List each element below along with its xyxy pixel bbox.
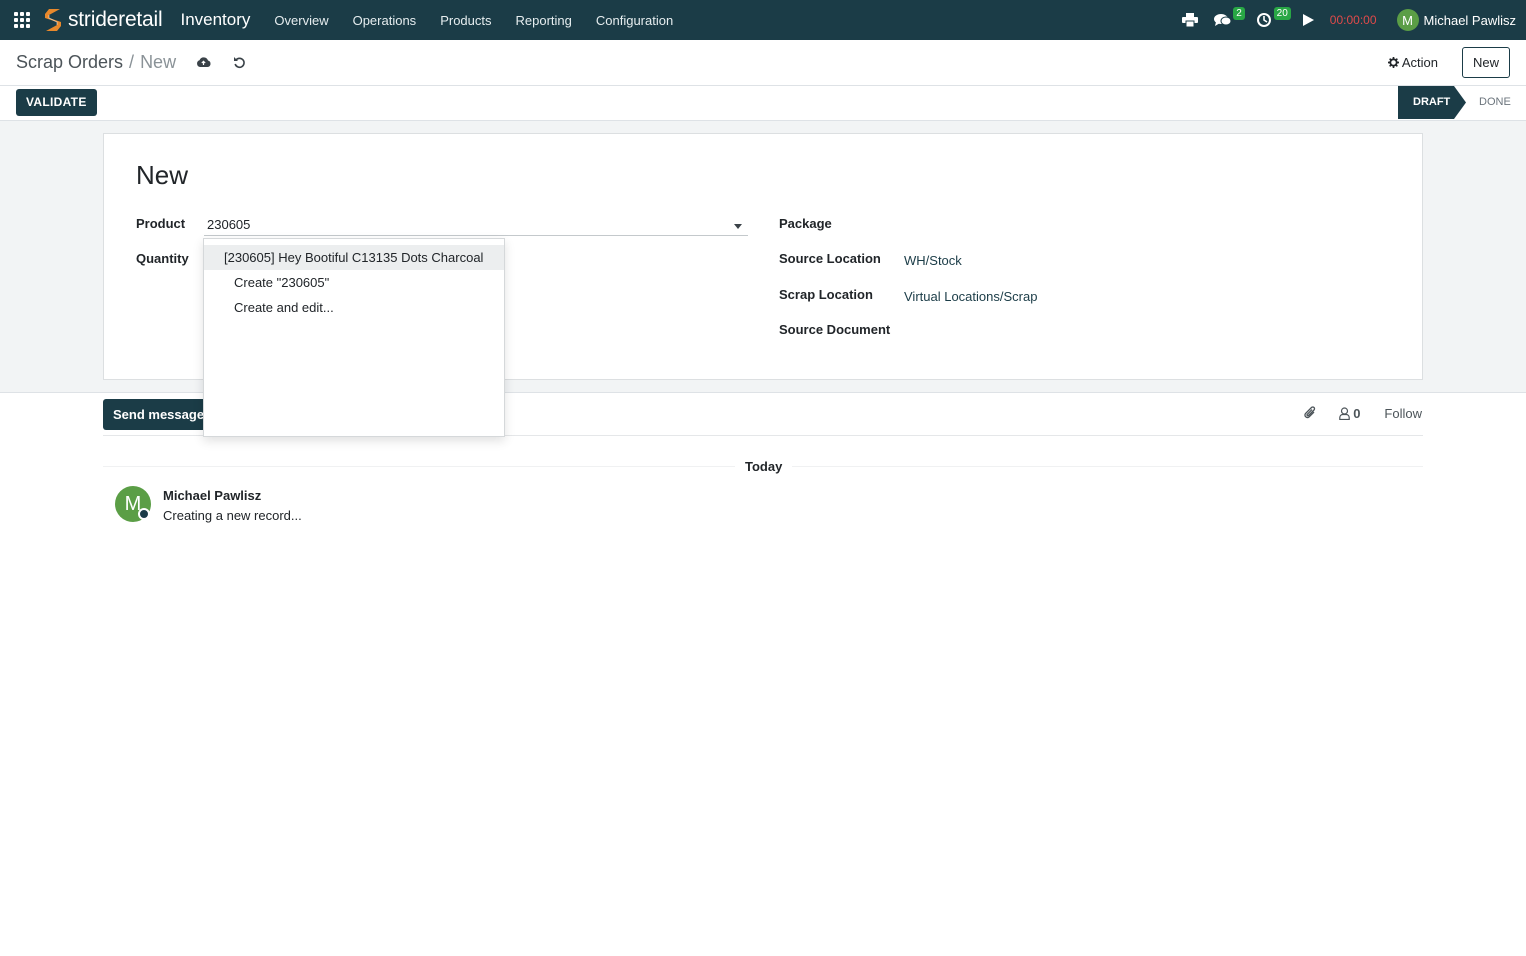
source-document-label: Source Document — [779, 322, 891, 337]
new-button[interactable]: New — [1461, 47, 1510, 78]
main-menu: Overview Operations Products Reporting C… — [262, 13, 685, 28]
apps-grid-icon[interactable] — [14, 12, 30, 28]
product-label: Product — [136, 216, 186, 231]
stage-done[interactable]: DONE — [1479, 86, 1511, 119]
activities-clock-icon[interactable]: 20 — [1256, 7, 1291, 27]
caret-down-icon[interactable] — [734, 224, 742, 229]
messages-icon[interactable]: 2 — [1213, 7, 1245, 27]
followers-count: 0 — [1353, 405, 1361, 421]
timer-display: 00:00:00 — [1329, 13, 1377, 27]
save-cloud-icon[interactable] — [196, 57, 211, 68]
app-name[interactable]: Inventory — [180, 10, 250, 30]
source-location-value[interactable]: WH/Stock — [904, 253, 962, 268]
package-label: Package — [779, 216, 832, 231]
message-author[interactable]: Michael Pawlisz — [163, 488, 261, 503]
control-panel: Scrap Orders / New Action New — [0, 40, 1526, 86]
scrap-location-label: Scrap Location — [779, 287, 873, 302]
user-avatar: M — [1396, 9, 1419, 31]
date-separator-label: Today — [735, 459, 793, 474]
menu-reporting[interactable]: Reporting — [504, 13, 584, 28]
status-bar: VALIDATE DRAFT DONE — [0, 86, 1526, 121]
send-message-button[interactable]: Send message — [103, 399, 215, 430]
brand-logo[interactable]: strideretail — [42, 6, 163, 34]
paperclip-icon[interactable] — [1303, 405, 1317, 421]
follow-button[interactable]: Follow — [1384, 406, 1422, 421]
top-navbar: strideretail Inventory Overview Operatio… — [0, 0, 1526, 40]
quantity-label: Quantity — [136, 251, 189, 266]
menu-overview[interactable]: Overview — [262, 13, 340, 28]
product-autocomplete-dropdown: [230605] Hey Bootiful C13135 Dots Charco… — [203, 238, 505, 437]
gear-icon — [1387, 57, 1399, 68]
print-icon[interactable] — [1181, 13, 1198, 27]
messages-badge: 2 — [1233, 7, 1245, 20]
user-menu[interactable]: M Michael Pawlisz — [1396, 9, 1516, 31]
chatter-tools: 0 Follow — [1285, 405, 1422, 421]
brand-logo-icon — [45, 9, 61, 31]
user-icon — [1339, 406, 1350, 420]
brand-name: strideretail — [68, 8, 163, 31]
stage-draft[interactable]: DRAFT — [1398, 86, 1466, 119]
user-name: Michael Pawlisz — [1423, 12, 1516, 28]
source-location-label: Source Location — [779, 251, 881, 266]
message-body: Creating a new record... — [163, 508, 302, 523]
menu-products[interactable]: Products — [428, 13, 503, 28]
breadcrumb-scrap-orders[interactable]: Scrap Orders — [16, 52, 123, 73]
breadcrumb: Scrap Orders / New — [16, 52, 176, 73]
scrap-location-value[interactable]: Virtual Locations/Scrap — [904, 289, 1037, 304]
dropdown-item-create-and-edit[interactable]: Create and edit... — [204, 295, 504, 320]
dropdown-item-product[interactable]: [230605] Hey Bootiful C13135 Dots Charco… — [204, 245, 504, 270]
breadcrumb-separator: / — [129, 52, 135, 72]
followers-button[interactable]: 0 — [1339, 406, 1360, 421]
play-icon[interactable] — [1302, 14, 1314, 26]
breadcrumb-current: New — [140, 52, 177, 72]
dropdown-item-create[interactable]: Create "230605" — [204, 270, 504, 295]
menu-configuration[interactable]: Configuration — [584, 13, 685, 28]
control-panel-right: Action New — [1387, 47, 1510, 78]
product-input[interactable] — [204, 214, 748, 236]
online-status-icon — [138, 508, 150, 520]
action-button[interactable]: Action — [1387, 55, 1438, 70]
activities-badge: 20 — [1273, 7, 1291, 20]
record-title: New — [136, 160, 189, 190]
systray: 2 20 00:00:00 M Michael Pawlisz — [1166, 0, 1516, 40]
action-label: Action — [1401, 55, 1438, 70]
menu-operations[interactable]: Operations — [341, 13, 429, 28]
validate-button[interactable]: VALIDATE — [16, 89, 97, 116]
discard-undo-icon[interactable] — [233, 56, 246, 69]
